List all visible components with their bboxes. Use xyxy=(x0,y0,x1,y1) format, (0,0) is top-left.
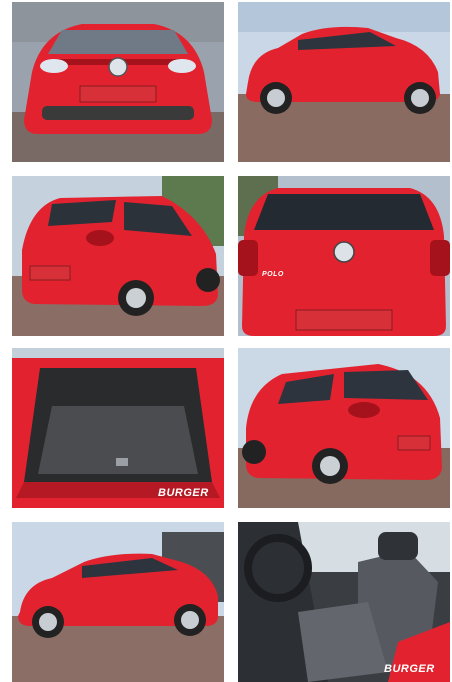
rear-three-quarter-right-image xyxy=(238,348,450,508)
trunk-image: BURGER xyxy=(12,348,224,508)
side-view-left-image xyxy=(12,522,224,682)
photo-trunk[interactable]: BURGER xyxy=(12,348,224,508)
side-view-image xyxy=(238,2,450,162)
photo-rear-three-quarter[interactable] xyxy=(12,176,224,336)
interior-watermark: BURGER xyxy=(384,663,435,675)
rear-view-image: POLO xyxy=(238,176,450,336)
interior-image: BURGER xyxy=(238,522,450,682)
rear-three-quarter-image xyxy=(12,176,224,336)
photo-side-view[interactable] xyxy=(238,2,450,162)
front-view-image xyxy=(12,2,224,162)
polo-badge: POLO xyxy=(262,271,284,278)
photo-gallery: POLO BURGER BURGER xyxy=(0,0,452,682)
photo-interior[interactable]: BURGER xyxy=(238,522,450,682)
photo-side-view-left[interactable] xyxy=(12,522,224,682)
photo-rear-view[interactable]: POLO xyxy=(238,176,450,336)
trunk-watermark: BURGER xyxy=(158,487,209,499)
photo-front-view[interactable] xyxy=(12,2,224,162)
photo-rear-three-quarter-right[interactable] xyxy=(238,348,450,508)
